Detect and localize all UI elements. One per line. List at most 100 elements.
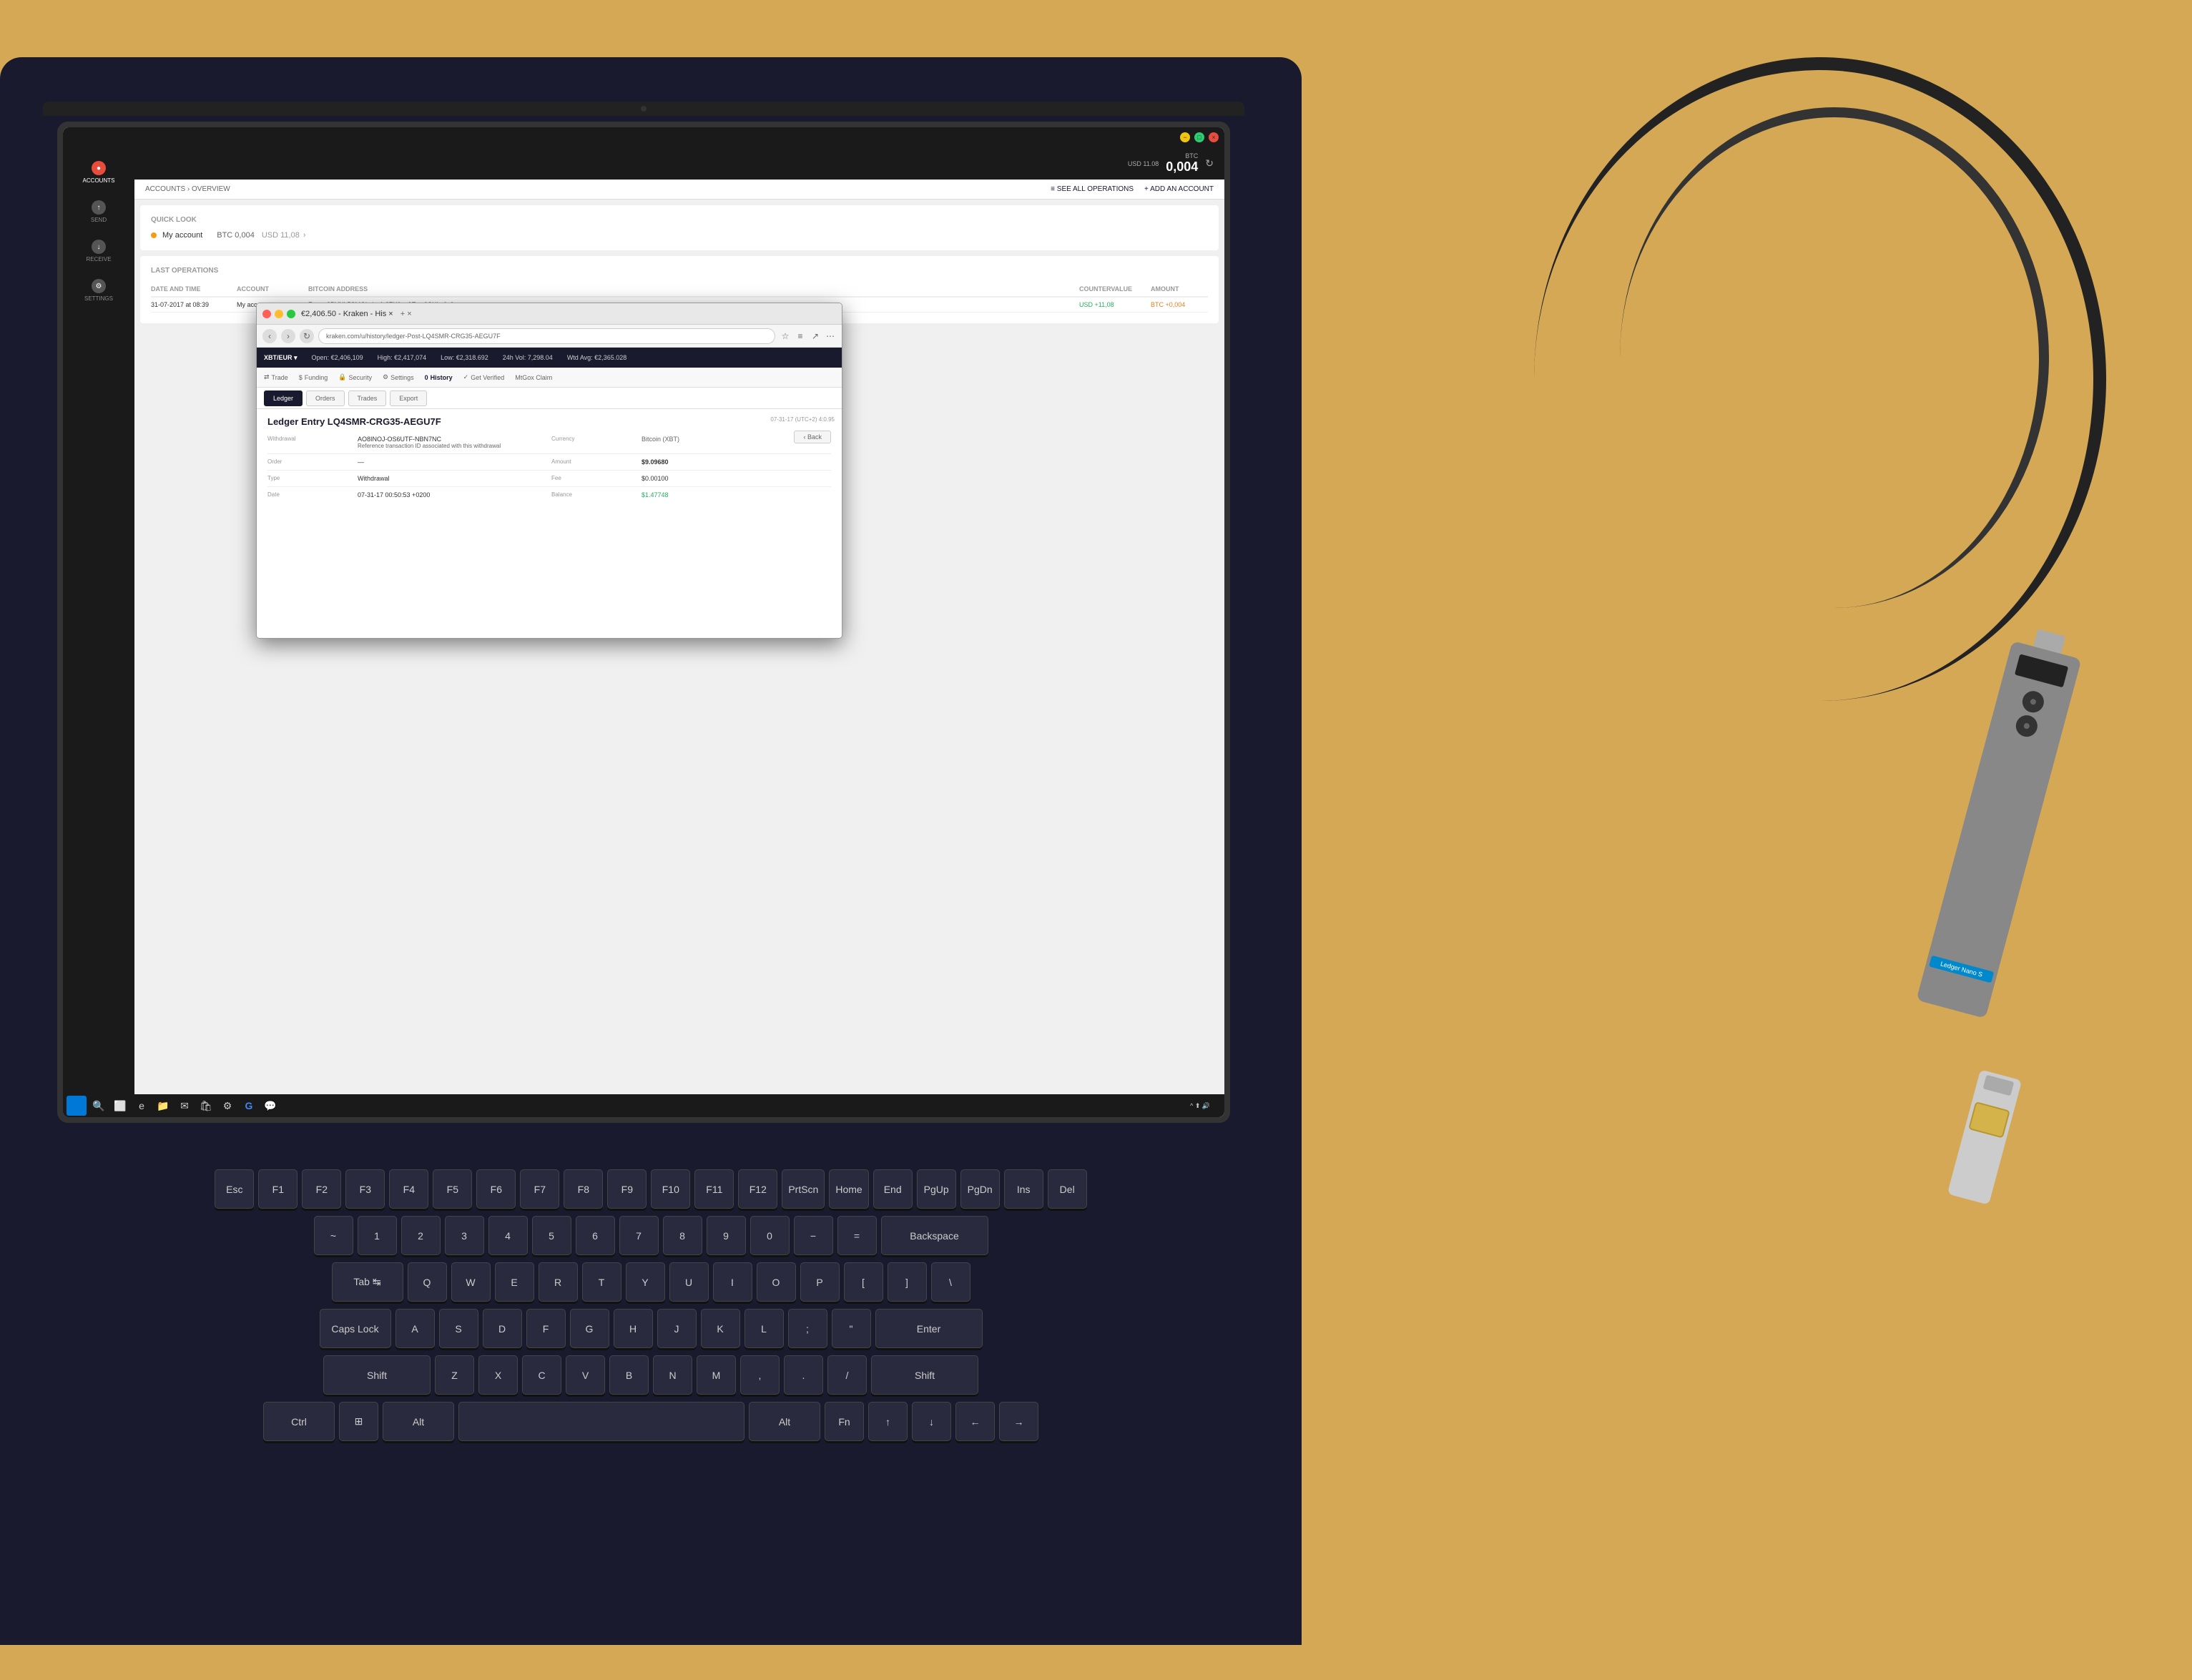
key-0[interactable]: 0 — [750, 1216, 790, 1255]
settings-taskbar-icon[interactable]: ⚙ — [218, 1096, 237, 1115]
key-u[interactable]: U — [669, 1262, 709, 1302]
key-c[interactable]: C — [522, 1355, 561, 1395]
kr-reload-nav[interactable]: ↻ — [300, 329, 314, 343]
key-f[interactable]: F — [526, 1309, 566, 1348]
key-e[interactable]: E — [495, 1262, 534, 1302]
key-b[interactable]: B — [609, 1355, 649, 1395]
key-5[interactable]: 5 — [532, 1216, 571, 1255]
key-home[interactable]: Home — [829, 1169, 868, 1209]
key-minus[interactable]: − — [794, 1216, 833, 1255]
kr-trading-pair[interactable]: XBT/EUR ▾ — [264, 354, 298, 362]
key-backslash[interactable]: \ — [931, 1262, 970, 1302]
key-w[interactable]: W — [451, 1262, 491, 1302]
key-rshift[interactable]: Shift — [871, 1355, 978, 1395]
key-lbracket[interactable]: [ — [844, 1262, 883, 1302]
kr-tab-getverified[interactable]: ✓ Get Verified — [463, 373, 505, 381]
add-account-link[interactable]: + ADD AN ACCOUNT — [1144, 185, 1214, 193]
kr-minimize-button[interactable] — [275, 310, 283, 318]
kr-tab-funding[interactable]: $ Funding — [299, 374, 328, 381]
key-rbracket[interactable]: ] — [888, 1262, 927, 1302]
kr-trades-tab[interactable]: Trades — [348, 390, 387, 406]
key-1[interactable]: 1 — [358, 1216, 397, 1255]
key-v[interactable]: V — [566, 1355, 605, 1395]
key-g[interactable]: G — [570, 1309, 609, 1348]
key-comma[interactable]: , — [740, 1355, 780, 1395]
sidebar-item-send[interactable]: ↑ SEND — [77, 194, 120, 230]
key-t[interactable]: T — [582, 1262, 621, 1302]
store-icon[interactable]: 🛍 — [197, 1096, 215, 1115]
kr-tab-mtgox[interactable]: MtGox Claim — [515, 374, 552, 381]
key-f12[interactable]: F12 — [738, 1169, 777, 1209]
sidebar-item-settings[interactable]: ⚙ SETTINGS — [77, 272, 120, 308]
key-lshift[interactable]: Shift — [323, 1355, 431, 1395]
key-f9[interactable]: F9 — [607, 1169, 647, 1209]
file-explorer-icon[interactable]: 📁 — [154, 1096, 172, 1115]
kr-maximize-button[interactable] — [287, 310, 295, 318]
sync-icon[interactable]: ↻ — [1205, 157, 1214, 170]
key-2[interactable]: 2 — [401, 1216, 441, 1255]
key-f6[interactable]: F6 — [476, 1169, 516, 1209]
key-l[interactable]: L — [744, 1309, 784, 1348]
sidebar-item-receive[interactable]: ↓ RECEIVE — [77, 233, 120, 269]
key-del[interactable]: Del — [1048, 1169, 1087, 1209]
start-button[interactable] — [67, 1096, 87, 1116]
key-9[interactable]: 9 — [707, 1216, 746, 1255]
mail-icon[interactable]: ✉ — [175, 1096, 194, 1115]
key-caps[interactable]: Caps Lock — [320, 1309, 391, 1348]
key-pgup[interactable]: PgUp — [917, 1169, 956, 1209]
key-arrow-up[interactable]: ↑ — [868, 1402, 908, 1441]
key-r[interactable]: R — [539, 1262, 578, 1302]
key-tab[interactable]: Tab ↹ — [332, 1262, 403, 1302]
key-enter[interactable]: Enter — [875, 1309, 983, 1348]
key-8[interactable]: 8 — [663, 1216, 702, 1255]
key-altgr[interactable]: Alt — [749, 1402, 820, 1441]
kr-tab-settings[interactable]: ⚙ Settings — [383, 373, 414, 381]
key-backspace[interactable]: Backspace — [881, 1216, 988, 1255]
close-button[interactable]: × — [1209, 132, 1219, 142]
key-prtscn[interactable]: PrtScn — [782, 1169, 825, 1209]
key-f5[interactable]: F5 — [433, 1169, 472, 1209]
minimize-button[interactable]: − — [1180, 132, 1190, 142]
search-taskbar-icon[interactable]: 🔍 — [89, 1096, 108, 1115]
kr-orders-tab[interactable]: Orders — [306, 390, 345, 406]
key-j[interactable]: J — [657, 1309, 697, 1348]
key-equals[interactable]: = — [837, 1216, 877, 1255]
key-alt[interactable]: Alt — [383, 1402, 454, 1441]
key-q[interactable]: Q — [408, 1262, 447, 1302]
menu-icon[interactable]: ≡ — [795, 330, 806, 342]
key-slash[interactable]: / — [827, 1355, 867, 1395]
key-i[interactable]: I — [713, 1262, 752, 1302]
share-icon[interactable]: ↗ — [810, 330, 821, 342]
account-row[interactable]: My account BTC 0,004 USD 11,08 › — [151, 231, 1208, 240]
chat-icon[interactable]: 💬 — [261, 1096, 280, 1115]
kr-back-nav[interactable]: ‹ — [262, 329, 277, 343]
more-icon[interactable]: ⋯ — [825, 330, 836, 342]
kr-tab-security[interactable]: 🔒 Security — [338, 373, 372, 381]
key-arrow-left[interactable]: ← — [955, 1402, 995, 1441]
key-f1[interactable]: F1 — [258, 1169, 298, 1209]
key-k[interactable]: K — [701, 1309, 740, 1348]
back-button[interactable]: ‹ Back — [794, 431, 831, 443]
key-end[interactable]: End — [873, 1169, 913, 1209]
maximize-button[interactable]: □ — [1194, 132, 1204, 142]
kr-tab-add[interactable]: + × — [400, 310, 412, 318]
kr-export-tab[interactable]: Export — [390, 390, 427, 406]
key-7[interactable]: 7 — [619, 1216, 659, 1255]
key-f11[interactable]: F11 — [694, 1169, 734, 1209]
key-x[interactable]: X — [478, 1355, 518, 1395]
sidebar-item-accounts[interactable]: ● ACCOUNTS — [77, 154, 120, 190]
key-f7[interactable]: F7 — [520, 1169, 559, 1209]
star-icon[interactable]: ☆ — [780, 330, 791, 342]
kr-url-bar[interactable]: kraken.com/u/history/ledger-Post-LQ4SMR-… — [318, 328, 775, 344]
task-view-icon[interactable]: ⬜ — [111, 1096, 129, 1115]
key-ctrl[interactable]: Ctrl — [263, 1402, 335, 1441]
key-period[interactable]: . — [784, 1355, 823, 1395]
key-o[interactable]: O — [757, 1262, 796, 1302]
key-arrow-right[interactable]: → — [999, 1402, 1038, 1441]
kr-forward-nav[interactable]: › — [281, 329, 295, 343]
key-a[interactable]: A — [395, 1309, 435, 1348]
key-f8[interactable]: F8 — [564, 1169, 603, 1209]
key-fn[interactable]: Fn — [825, 1402, 864, 1441]
key-backtick[interactable]: ~ — [314, 1216, 353, 1255]
key-d[interactable]: D — [483, 1309, 522, 1348]
